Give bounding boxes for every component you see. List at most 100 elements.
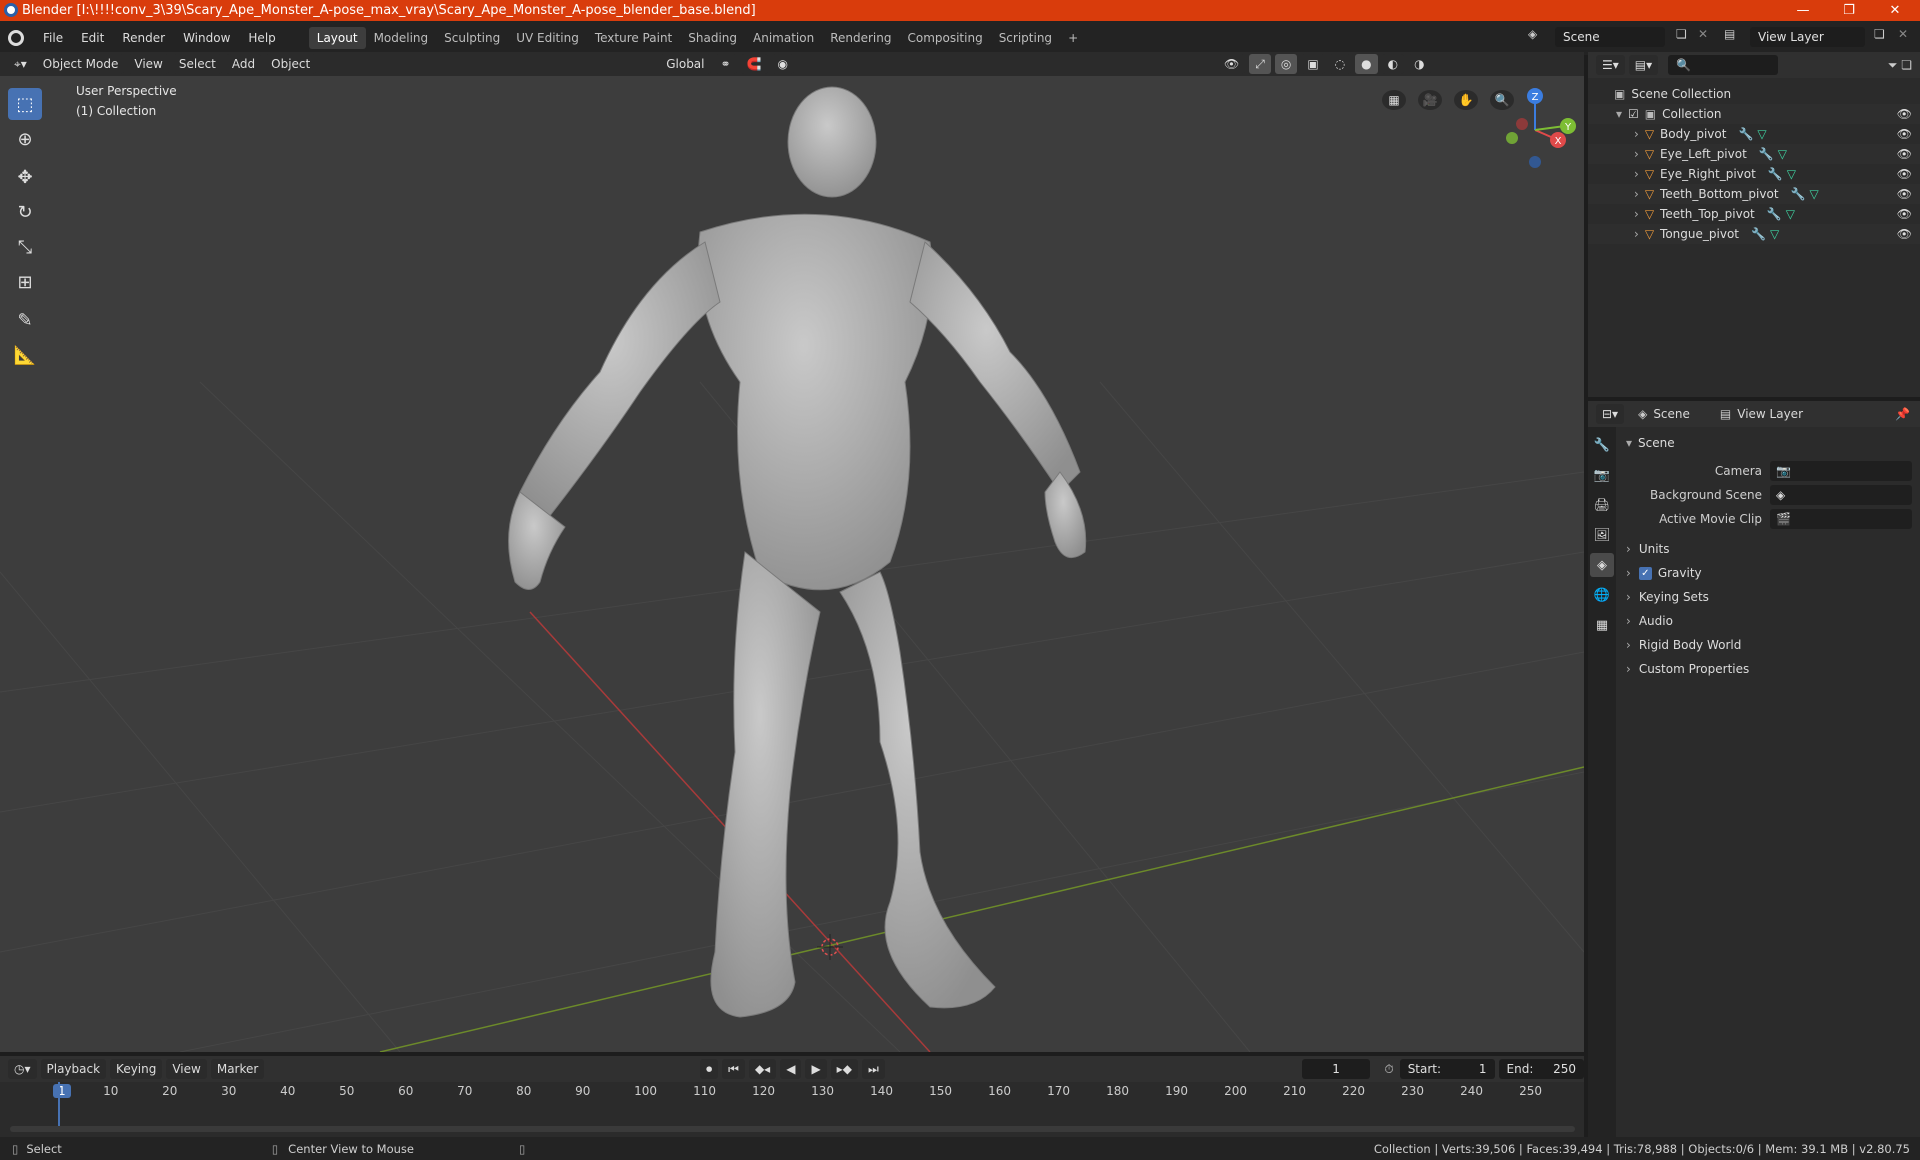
custom-properties-panel[interactable]: › Custom Properties — [1618, 657, 1920, 681]
object-mode-dropdown[interactable]: Object Mode — [36, 54, 125, 74]
editor-type-icon[interactable]: ⌖▾ — [8, 54, 33, 74]
stopwatch-icon[interactable]: ⏱ — [1384, 1062, 1393, 1077]
playback-menu[interactable]: Playback — [40, 1059, 107, 1079]
rigid-body-world-panel[interactable]: › Rigid Body World — [1618, 633, 1920, 657]
outliner-object-row[interactable]: › ▽ Tongue_pivot 🔧 ▽ 👁 — [1588, 224, 1920, 244]
visibility-eye-icon[interactable]: 👁 — [1897, 107, 1912, 121]
outliner-object-row[interactable]: › ▽ Eye_Right_pivot 🔧 ▽ 👁 — [1588, 164, 1920, 184]
toggle-ortho-icon[interactable]: ▦ — [1382, 90, 1406, 110]
workspace-tab-rendering[interactable]: Rendering — [822, 27, 899, 49]
next-keyframe-icon[interactable]: ▸◆ — [830, 1059, 858, 1079]
collection-row[interactable]: ▾ ☑ ▣ Collection 👁 — [1588, 104, 1920, 124]
camera-field[interactable]: 📷 — [1770, 461, 1912, 481]
visibility-eye-icon[interactable]: 👁 — [1897, 127, 1912, 141]
frame-ruler[interactable]: 1 10 20 30 40 50 60 70 80 90 100 110 120 130 140 150 160… — [0, 1082, 1584, 1104]
workspace-tab-shading[interactable]: Shading — [680, 27, 745, 49]
ape-monster-model[interactable] — [508, 86, 1087, 1018]
scene-section-header[interactable]: ▾ Scene — [1618, 431, 1920, 455]
properties-scene-label[interactable]: Scene — [1653, 407, 1690, 421]
scene-collection-row[interactable]: ▣ Scene Collection — [1588, 84, 1920, 104]
menu-edit[interactable]: Edit — [72, 27, 113, 49]
play-icon[interactable]: ▶ — [805, 1059, 827, 1079]
remove-view-layer-icon[interactable]: ✕ — [1898, 27, 1908, 41]
select-box-tool-icon[interactable]: ⬚ — [8, 88, 42, 120]
workspace-tab-sculpting[interactable]: Sculpting — [436, 27, 508, 49]
snap-icon[interactable]: 🧲 — [740, 54, 768, 74]
transform-orientation-dropdown[interactable]: Global — [660, 54, 711, 74]
camera-view-icon[interactable]: 🎥 — [1418, 90, 1442, 110]
viewport-menu-add[interactable]: Add — [225, 54, 262, 74]
display-mode-icon[interactable]: ▤▾ — [1628, 55, 1659, 75]
outliner-editor-type-icon[interactable]: ☰▾ — [1596, 55, 1625, 75]
gravity-panel[interactable]: › ✓ Gravity — [1618, 561, 1920, 585]
output-tab-icon[interactable]: 🖨 — [1590, 493, 1614, 517]
timeline-view-menu[interactable]: View — [166, 1059, 207, 1079]
viewport-menu-select[interactable]: Select — [172, 54, 222, 74]
new-scene-icon[interactable]: ❏ — [1676, 27, 1687, 41]
viewport-menu-view[interactable]: View — [128, 54, 169, 74]
jump-end-icon[interactable]: ⏭ — [861, 1059, 885, 1079]
tool-tab-icon[interactable]: 🔧 — [1590, 433, 1614, 457]
current-frame-field[interactable]: 1 — [1301, 1059, 1371, 1079]
visibility-eye-icon[interactable]: 👁 — [1897, 227, 1912, 241]
close-button[interactable]: ✕ — [1872, 0, 1918, 21]
marker-menu[interactable]: Marker — [210, 1059, 265, 1079]
xray-toggle-icon[interactable]: ▣ — [1301, 54, 1325, 74]
workspace-tab-scripting[interactable]: Scripting — [991, 27, 1060, 49]
rotate-tool-icon[interactable]: ↻ — [8, 196, 42, 228]
shading-wireframe-icon[interactable]: ◌ — [1328, 54, 1352, 74]
workspace-tab-texture-paint[interactable]: Texture Paint — [587, 27, 680, 49]
menu-help[interactable]: Help — [239, 27, 284, 49]
minimize-button[interactable]: — — [1780, 0, 1826, 21]
visibility-eye-icon[interactable]: 👁 — [1897, 167, 1912, 181]
units-panel[interactable]: › Units — [1618, 537, 1920, 561]
menu-file[interactable]: File — [34, 27, 72, 49]
outliner-object-row[interactable]: › ▽ Eye_Left_pivot 🔧 ▽ 👁 — [1588, 144, 1920, 164]
pan-view-icon[interactable]: ✋ — [1454, 90, 1478, 110]
pivot-point-icon[interactable]: ⚭ — [714, 54, 737, 74]
move-tool-icon[interactable]: ✥ — [8, 161, 42, 193]
remove-scene-icon[interactable]: ✕ — [1698, 27, 1708, 41]
workspace-tab-uv-editing[interactable]: UV Editing — [508, 27, 587, 49]
texture-tab-icon[interactable]: ▦ — [1590, 613, 1614, 637]
viewport-menu-object[interactable]: Object — [265, 54, 317, 74]
audio-panel[interactable]: › Audio — [1618, 609, 1920, 633]
properties-view-layer-label[interactable]: View Layer — [1737, 407, 1803, 421]
menu-render[interactable]: Render — [113, 27, 174, 49]
annotate-tool-icon[interactable]: ✎ — [8, 304, 42, 336]
prev-keyframe-icon[interactable]: ◆◂ — [748, 1059, 777, 1079]
add-workspace-button[interactable]: + — [1060, 27, 1086, 49]
view-layer-selector[interactable]: View Layer — [1750, 27, 1865, 47]
world-tab-icon[interactable]: 🌐 — [1590, 583, 1614, 607]
measure-tool-icon[interactable]: 📐 — [8, 339, 42, 371]
shading-material-icon[interactable]: ◐ — [1381, 54, 1405, 74]
proportional-edit-icon[interactable]: ◉ — [771, 54, 794, 74]
workspace-tab-animation[interactable]: Animation — [745, 27, 822, 49]
shading-solid-icon[interactable]: ● — [1355, 54, 1378, 74]
timeline-editor-type-icon[interactable]: ◷▾ — [8, 1059, 37, 1079]
keying-menu[interactable]: Keying — [110, 1059, 163, 1079]
maximize-button[interactable]: ❐ — [1826, 0, 1872, 21]
menu-window[interactable]: Window — [174, 27, 239, 49]
outliner-search-input[interactable]: 🔍 — [1668, 55, 1779, 75]
timeline-scrollbar[interactable] — [10, 1126, 1575, 1132]
keying-sets-panel[interactable]: › Keying Sets — [1618, 585, 1920, 609]
pin-icon[interactable]: 📌 — [1895, 407, 1910, 421]
jump-start-icon[interactable]: ⏮ — [722, 1059, 745, 1079]
gizmo-toggle-icon[interactable]: ⤢ — [1249, 54, 1271, 74]
shading-rendered-icon[interactable]: ◑ — [1408, 54, 1431, 74]
active-movie-clip-field[interactable]: 🎬 — [1770, 509, 1912, 529]
checkbox-icon[interactable]: ☑ — [1628, 107, 1639, 121]
view-layer-tab-icon[interactable]: 🖼 — [1590, 523, 1614, 547]
visibility-eye-icon[interactable]: 👁 — [1897, 147, 1912, 161]
transform-tool-icon[interactable]: ⊞ — [8, 266, 42, 298]
playhead[interactable] — [58, 1082, 60, 1130]
outliner-object-row[interactable]: › ▽ Teeth_Bottom_pivot 🔧 ▽ 👁 — [1588, 184, 1920, 204]
record-button-icon[interactable]: ⏺ — [700, 1059, 719, 1079]
outliner-object-row[interactable]: › ▽ Teeth_Top_pivot 🔧 ▽ 👁 — [1588, 204, 1920, 224]
gravity-checkbox[interactable]: ✓ — [1638, 566, 1652, 580]
navigation-gizmo[interactable]: Z X Y — [1490, 82, 1580, 172]
visibility-icon[interactable]: 👁 — [1218, 54, 1246, 74]
start-frame-field[interactable]: Start: 1 — [1399, 1059, 1495, 1079]
scene-tab-icon[interactable]: ◈ — [1590, 553, 1614, 577]
